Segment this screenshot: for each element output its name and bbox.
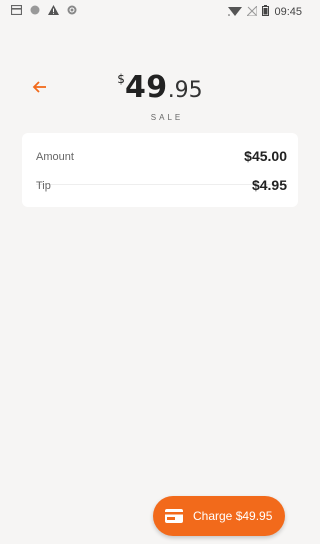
row-value: $45.00 [244,148,287,164]
wifi-icon [228,6,243,19]
row-label: Amount [36,151,74,163]
status-bar: 09:45 [0,0,308,24]
charge-button[interactable]: Charge $49.95 [153,496,285,536]
transaction-type-label: SALE [150,113,184,122]
charge-button-label: Charge $49.95 [193,509,273,523]
summary-card: Amount $45.00 Tip $4.95 [22,133,298,207]
credit-card-icon [165,509,183,523]
row-label: Tip [36,180,51,192]
summary-row-amount: Amount $45.00 [22,133,298,170]
warning-icon [48,5,59,18]
no-signal-icon [246,4,258,19]
status-bar-notifications [10,4,77,18]
total-currency: $ [117,72,125,86]
status-bar-time: 09:45 [274,6,302,18]
circle-icon [30,5,40,18]
total-cents: .95 [167,78,203,103]
total-amount: $49.95 [0,70,308,105]
summary-row-tip: Tip $4.95 [22,170,298,207]
total-whole: 49 [124,70,168,105]
battery-icon [262,5,270,19]
sim-card-icon [10,4,23,18]
status-bar-system: 09:45 [228,4,302,19]
sync-icon [67,5,77,18]
row-value: $4.95 [251,177,287,193]
